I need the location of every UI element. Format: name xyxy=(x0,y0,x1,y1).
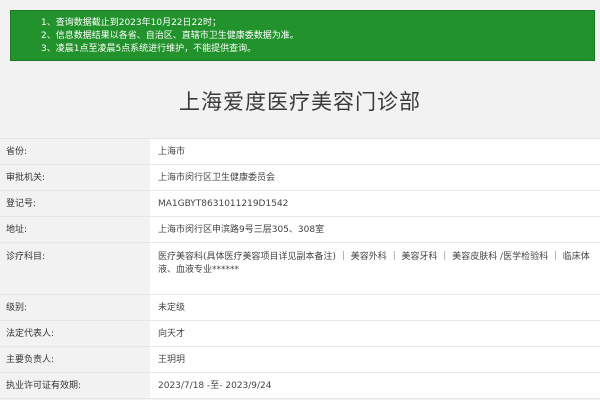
row-label: 地址: xyxy=(0,217,150,242)
row-value: 向天才 xyxy=(150,321,600,346)
row-label: 级别: xyxy=(0,295,150,320)
row-label: 执业许可证有效期: xyxy=(0,373,150,398)
row-label: 主要负责人: xyxy=(0,347,150,372)
detail-row-level: 级别: 未定级 xyxy=(0,295,600,321)
row-value: 医疗美容科(具体医疗美容项目详见副本备注) ｜ 美容外科 ｜ 美容牙科 ｜ 美容… xyxy=(150,243,600,294)
page-title: 上海爱度医疗美容门诊部 xyxy=(179,90,421,114)
row-value: 2023/7/18 -至- 2023/9/24 xyxy=(150,373,600,398)
notice-line: 3、凌晨1点至凌晨5点系统进行维护，不能提供查询。 xyxy=(41,44,257,54)
detail-row-legal-representative: 法定代表人: 向天才 xyxy=(0,321,600,347)
row-label: 省份: xyxy=(0,139,150,164)
detail-row-approval-authority: 审批机关: 上海市闵行区卫生健康委员会 xyxy=(0,165,600,191)
detail-row-principal: 主要负责人: 王玥玥 xyxy=(0,347,600,373)
row-value: 王玥玥 xyxy=(150,347,600,372)
detail-row-license-validity: 执业许可证有效期: 2023/7/18 -至- 2023/9/24 xyxy=(0,373,600,399)
detail-row-province: 省份: 上海市 xyxy=(0,139,600,165)
detail-row-departments: 诊疗科目: 医疗美容科(具体医疗美容项目详见副本备注) ｜ 美容外科 ｜ 美容牙… xyxy=(0,243,600,295)
detail-row-registration-number: 登记号: MA1GBYT8631011219D1542 xyxy=(0,191,600,217)
row-label: 审批机关: xyxy=(0,165,150,190)
row-value: 未定级 xyxy=(150,295,600,320)
row-label: 法定代表人: xyxy=(0,321,150,346)
row-value: 上海市 xyxy=(150,139,600,164)
row-value: 上海市闵行区卫生健康委员会 xyxy=(150,165,600,190)
details-table: 省份: 上海市 审批机关: 上海市闵行区卫生健康委员会 登记号: MA1GBYT… xyxy=(0,138,600,399)
notice-line: 2、信息数据结果以各省、自治区、直辖市卫生健康委数据为准。 xyxy=(41,31,299,41)
notice-line: 1、查询数据截止到2023年10月22日22时； xyxy=(41,18,221,28)
row-label: 诊疗科目: xyxy=(0,243,150,294)
notice-banner: 1、查询数据截止到2023年10月22日22时； 2、信息数据结果以各省、自治区… xyxy=(10,10,595,61)
row-value: MA1GBYT8631011219D1542 xyxy=(150,191,600,216)
row-label: 登记号: xyxy=(0,191,150,216)
row-value: 上海市闵行区申滨路9号三层305、308室 xyxy=(150,217,600,242)
detail-row-address: 地址: 上海市闵行区申滨路9号三层305、308室 xyxy=(0,217,600,243)
